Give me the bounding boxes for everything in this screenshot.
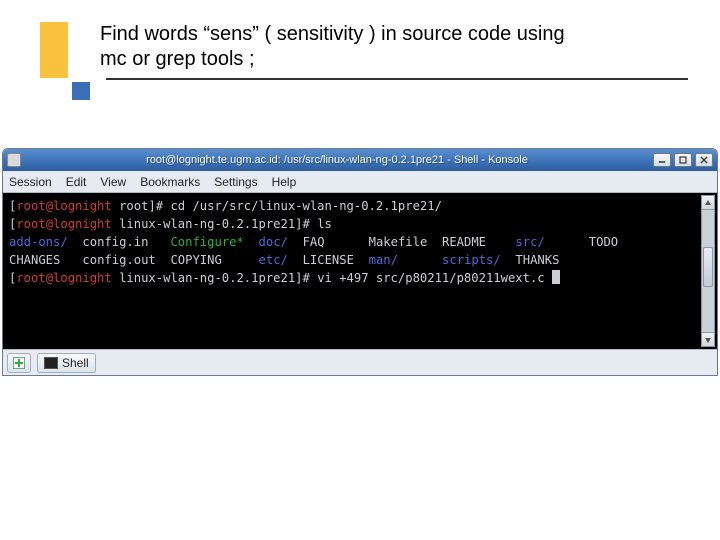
prompt-cwd: linux-wlan-ng-0.2.1pre21: [112, 217, 295, 231]
menubar: Session Edit View Bookmarks Settings Hel…: [3, 171, 717, 193]
prompt-cwd: root: [112, 199, 149, 213]
close-button[interactable]: [695, 153, 713, 167]
ls-file: README: [442, 235, 486, 249]
minimize-button[interactable]: [653, 153, 671, 167]
menu-session[interactable]: Session: [9, 175, 52, 189]
terminal-cursor: [552, 270, 560, 284]
ls-dir: src/: [515, 235, 544, 249]
terminal-wrap: [root@lognight root]# cd /usr/src/linux-…: [3, 193, 717, 349]
cmd-cd: cd /usr/src/linux-wlan-ng-0.2.1pre21/: [170, 199, 442, 213]
menu-bookmarks[interactable]: Bookmarks: [140, 175, 200, 189]
shell-icon: [44, 357, 58, 369]
bracket: ]#: [148, 199, 170, 213]
menu-edit[interactable]: Edit: [66, 175, 87, 189]
terminal[interactable]: [root@lognight root]# cd /usr/src/linux-…: [3, 193, 717, 349]
cmd-ls: ls: [317, 217, 332, 231]
ls-file: FAQ: [303, 235, 325, 249]
terminal-scrollbar[interactable]: [701, 195, 715, 347]
ls-dir: etc/: [259, 253, 288, 267]
scroll-thumb[interactable]: [703, 247, 713, 287]
maximize-button[interactable]: [674, 153, 692, 167]
ls-file: LICENSE: [303, 253, 354, 267]
tab-label: Shell: [62, 356, 89, 370]
prompt-userhost: root@lognight: [16, 199, 111, 213]
konsole-app-icon: [7, 153, 21, 167]
menu-help[interactable]: Help: [272, 175, 297, 189]
ls-file: THANKS: [515, 253, 559, 267]
ls-file: config.out: [82, 253, 155, 267]
scroll-track[interactable]: [702, 210, 714, 332]
slide-title-line2: mc or grep tools ;: [100, 48, 255, 70]
ls-file: Makefile: [369, 235, 428, 249]
scroll-up-arrow[interactable]: [702, 196, 714, 210]
bracket: ]#: [295, 217, 317, 231]
ls-file: config.in: [82, 235, 148, 249]
tab-shell[interactable]: Shell: [37, 353, 96, 373]
bracket: ]#: [295, 271, 317, 285]
slide-title: Find words “sens” ( sensitivity ) in sou…: [100, 22, 660, 72]
window-titlebar[interactable]: root@lognight.te.ugm.ac.id: /usr/src/lin…: [3, 149, 717, 171]
new-tab-icon: [13, 357, 25, 369]
tab-bar: Shell: [3, 349, 717, 375]
ls-dir: doc/: [259, 235, 288, 249]
slide-title-line1: Find words “sens” ( sensitivity ) in sou…: [100, 23, 565, 45]
ls-file: TODO: [589, 235, 618, 249]
ls-exec: Configure*: [170, 235, 243, 249]
accent-yellow-block: [40, 22, 68, 78]
konsole-window: root@lognight.te.ugm.ac.id: /usr/src/lin…: [2, 148, 718, 376]
ls-file: COPYING: [170, 253, 221, 267]
ls-row-1: add-ons/ config.in Configure* doc/ FAQ M…: [9, 233, 711, 251]
ls-file: CHANGES: [9, 253, 60, 267]
ls-dir: man/: [369, 253, 398, 267]
menu-settings[interactable]: Settings: [214, 175, 257, 189]
menu-view[interactable]: View: [100, 175, 126, 189]
window-title: root@lognight.te.ugm.ac.id: /usr/src/lin…: [25, 154, 649, 166]
accent-blue-block: [72, 82, 90, 100]
prompt-userhost: root@lognight: [16, 217, 111, 231]
ls-dir: scripts/: [442, 253, 501, 267]
slide-header: Find words “sens” ( sensitivity ) in sou…: [40, 22, 690, 92]
ls-row-2: CHANGES config.out COPYING etc/ LICENSE …: [9, 251, 711, 269]
slide-divider: [106, 78, 688, 80]
scroll-down-arrow[interactable]: [702, 332, 714, 346]
window-buttons: [653, 153, 713, 167]
new-tab-button[interactable]: [7, 353, 31, 373]
prompt-cwd: linux-wlan-ng-0.2.1pre21: [112, 271, 295, 285]
cmd-vi: vi +497 src/p80211/p80211wext.c: [317, 271, 544, 285]
prompt-userhost: root@lognight: [16, 271, 111, 285]
ls-dir: add-ons/: [9, 235, 68, 249]
